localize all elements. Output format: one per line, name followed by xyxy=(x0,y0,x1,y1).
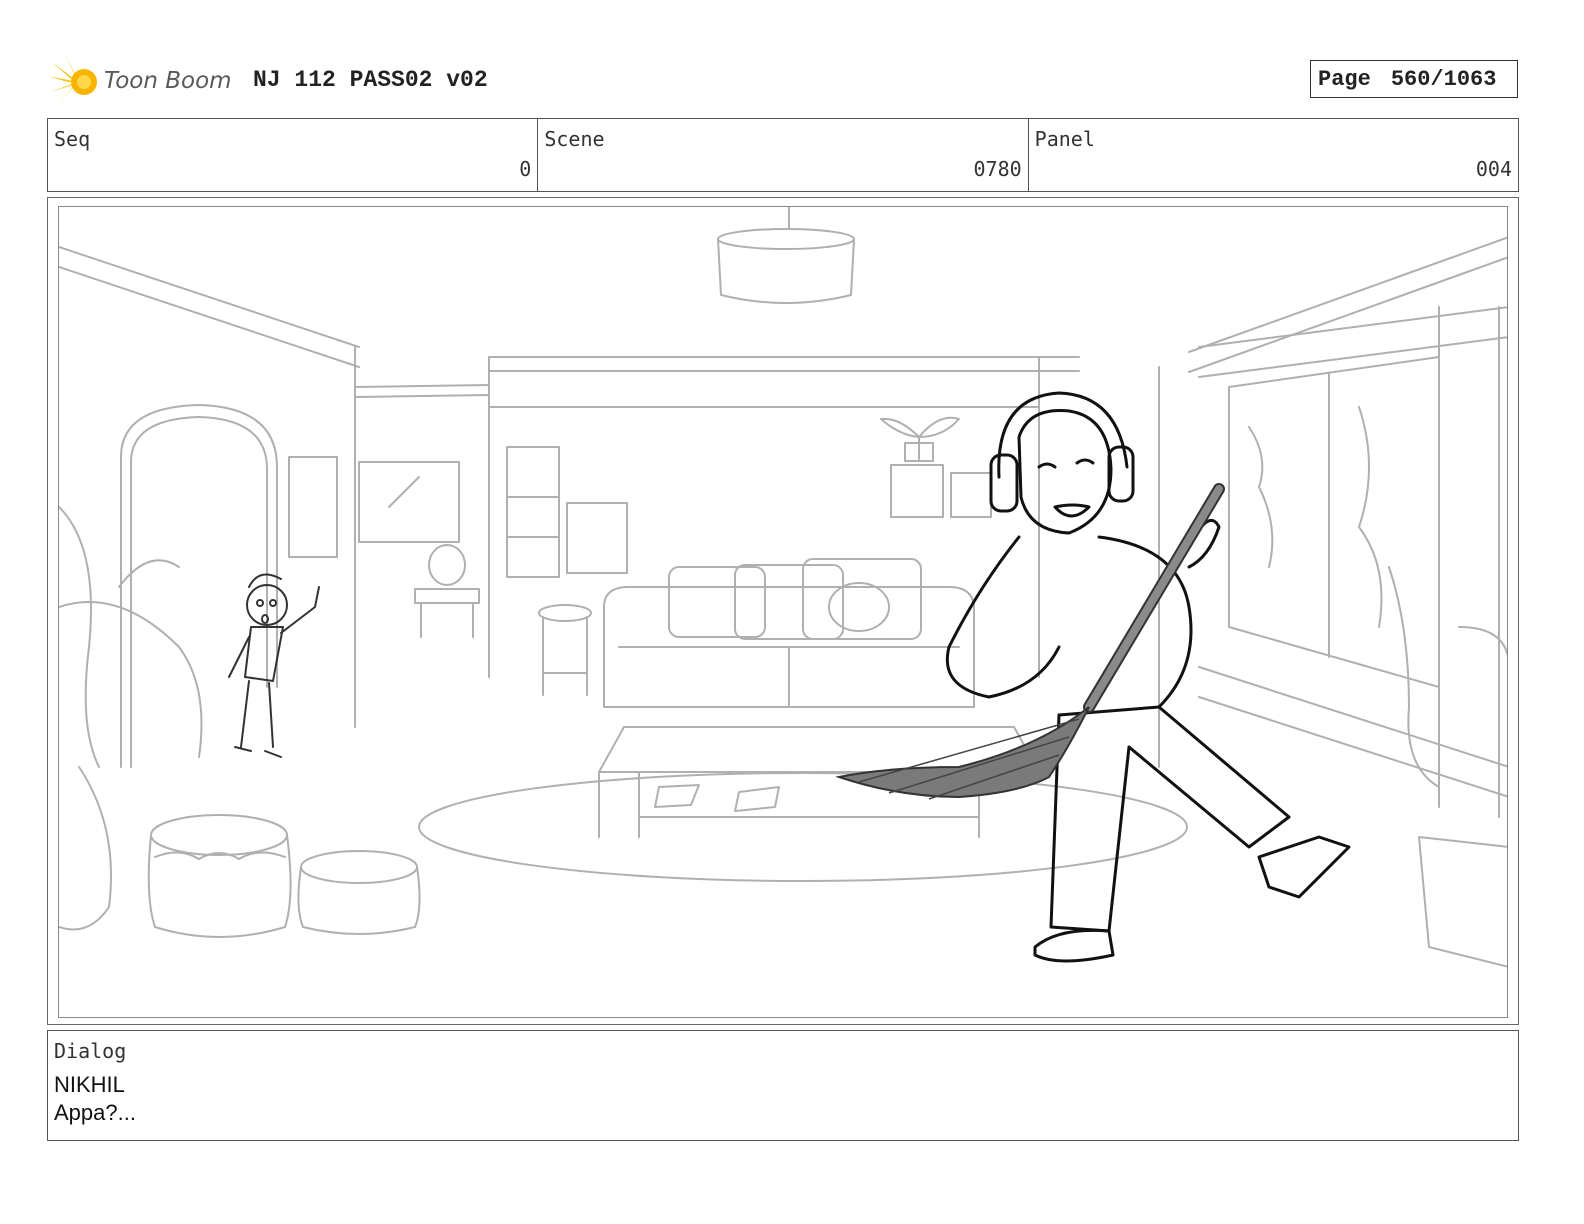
scene-cell: Scene 0780 xyxy=(538,119,1029,191)
nikhil-character xyxy=(228,573,320,758)
storyboard-panel-frame xyxy=(47,197,1519,1025)
dad-character xyxy=(945,391,1351,963)
seq-label: Seq xyxy=(54,127,91,151)
scene-value: 0780 xyxy=(973,157,1022,181)
toon-boom-logo: Toon Boom xyxy=(48,54,238,110)
logo-burst-icon xyxy=(48,56,97,104)
dialog-text: NIKHIL Appa?... xyxy=(54,1071,136,1127)
logo-text: Toon Boom xyxy=(104,68,232,94)
seq-value: 0 xyxy=(519,157,532,181)
dialog-line: Appa?... xyxy=(54,1100,136,1125)
storyboard-drawing xyxy=(58,206,1508,1018)
page-number: 560/1063 xyxy=(1390,66,1497,92)
document-title: NJ 112 PASS02 v02 xyxy=(253,67,488,93)
shot-info-row: Seq 0 Scene 0780 Panel 004 xyxy=(47,118,1519,192)
page-indicator: Page 560/1063 xyxy=(1310,60,1518,98)
dialog-label: Dialog xyxy=(54,1039,127,1063)
page-label: Page xyxy=(1318,66,1371,92)
panel-cell: Panel 004 xyxy=(1029,119,1518,191)
page-header: Toon Boom NJ 112 PASS02 v02 Page 560/106… xyxy=(48,50,1518,112)
dialog-speaker: NIKHIL xyxy=(54,1072,125,1097)
living-room-sketch xyxy=(59,207,1507,968)
panel-label: Panel xyxy=(1034,127,1095,151)
broom xyxy=(835,483,1225,800)
seq-cell: Seq 0 xyxy=(48,119,539,191)
dialog-box: Dialog NIKHIL Appa?... xyxy=(47,1030,1519,1141)
scene-label: Scene xyxy=(544,127,605,151)
panel-value: 004 xyxy=(1475,157,1512,181)
